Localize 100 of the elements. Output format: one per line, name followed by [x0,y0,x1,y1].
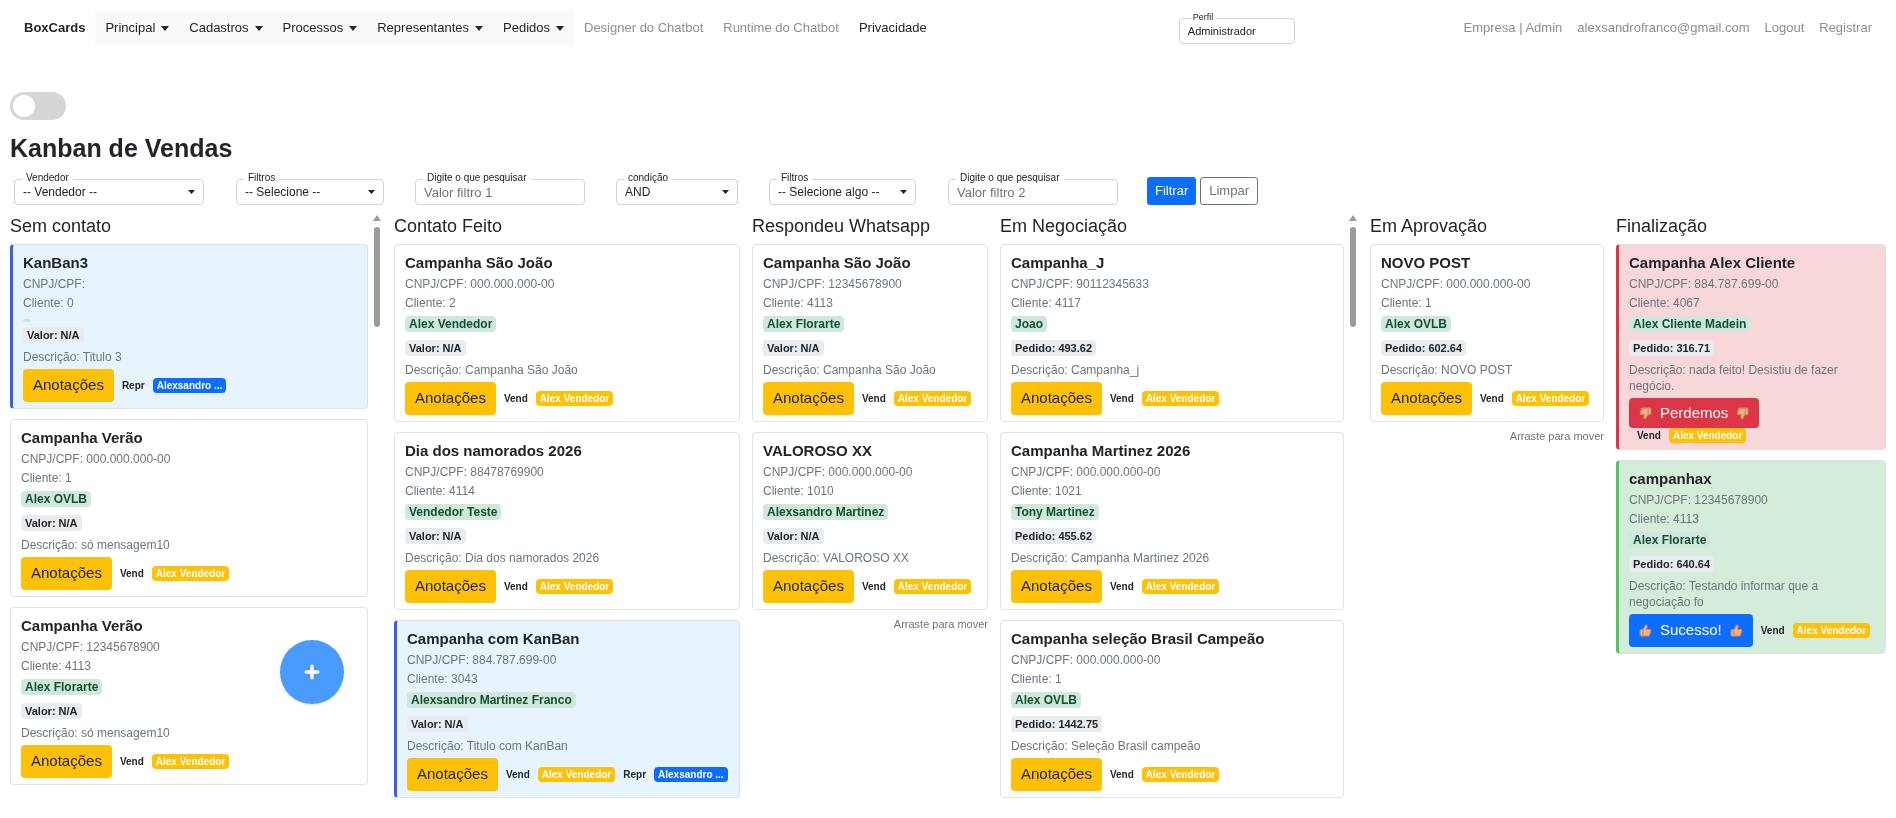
card-title: Campanha Martinez 2026 [1011,441,1191,461]
field-label: Perfil [1190,12,1216,23]
person-badge: Alex Vendedor [535,391,614,406]
client-text: Cliente: 1 [1011,671,1062,687]
client-text: Cliente: 4067 [1629,295,1700,311]
client-tag: Alex Cliente Madein [1629,316,1751,332]
filter-button[interactable]: Filtrar [1147,177,1197,205]
amount-badge: Valor: N/A [405,340,466,356]
card-title: Campanha com KanBan [407,629,580,649]
lost-button[interactable]: Perdemos [1629,398,1760,428]
notes-button[interactable]: Anotações [1011,758,1102,791]
thumbs-up-icon [1639,624,1652,637]
nav-link[interactable]: Cadastros [179,11,273,45]
plus-icon [302,662,322,682]
notes-button[interactable]: Anotações [1381,382,1472,415]
person-badge: Alex Vendedor [1668,428,1747,443]
notes-button[interactable]: Anotações [405,382,496,415]
client-text: Cliente: 4114 [405,483,475,499]
notes-button[interactable]: Anotações [23,369,114,402]
success-button[interactable]: Sucesso! [1629,614,1753,647]
field-label: Vendedor [22,172,73,184]
empty-tag [23,319,31,322]
client-tag: Joao [1011,316,1047,332]
caret-icon [188,190,195,194]
cnpj-text: CNPJ/CPF: 884.787.699-00 [1629,276,1779,292]
client-tag: Alex Florarte [763,316,845,332]
client-tag: Alex OVLB [1011,692,1081,708]
cnpj-text: CNPJ/CPF: 884.787.699-00 [407,652,557,668]
client-tag: Alex Florarte [21,679,103,695]
description-text: Descrição: NOVO POST [1381,362,1513,378]
card-title: Campanha São João [405,253,553,273]
deal-card[interactable]: campanhax CNPJ/CPF: 12345678900 Cliente: 4113 Alex Florarte Pedido: 640.64 Descrição: Testando informar que a negociação fo Sucesso! Vend Alex Vendedor [1616,460,1886,654]
amount-badge: Pedido: 640.64 [1629,556,1715,572]
deal-card[interactable]: Campanha com KanBan CNPJ/CPF: 884.787.699-00 Cliente: 3043 Alexsandro Martinez Franco Valor: N/A Descrição: Titulo com KanBan Anotações Vend Alex Vendedor Repr Alexsandro ... [394,620,740,798]
deal-card[interactable]: Dia dos namorados 2026 CNPJ/CPF: 88478769900 Cliente: 4114 Vendedor Teste Valor: N/A Descrição: Dia dos namorados 2026 Anotações Vend Alex Vendedor [394,432,740,610]
caret-icon [900,190,907,194]
role-label: Vend [1637,429,1661,443]
client-text: Cliente: 4113 [763,295,833,311]
deal-card[interactable]: Campanha São João CNPJ/CPF: 000.000.000-00 Cliente: 2 Alex Vendedor Valor: N/A Descrição: Campanha São João Anotações Vend Alex Vendedor [394,244,740,422]
notes-button[interactable]: Anotações [1011,382,1102,415]
deal-card[interactable]: Campanha Alex Cliente CNPJ/CPF: 884.787.699-00 Cliente: 4067 Alex Cliente Madein Pedido: 316.71 Descrição: nada feito! Desistiu de fazer negócio. Perdemos Vend Alex Vendedor [1616,244,1886,450]
card-title: Campanha Alex Cliente [1629,253,1796,273]
cnpj-text: CNPJ/CPF: 88478769900 [405,464,544,480]
role-label: Vend [861,392,886,406]
role-label: Vend [1109,768,1134,782]
role-label: Vend [1760,624,1785,638]
card-title: Campanha Verão [21,428,143,448]
client-text: Cliente: 4113 [1629,511,1699,527]
column-title: Em Negociação [1000,215,1129,238]
toggle-switch[interactable] [10,92,66,120]
card-title: KanBan3 [23,253,89,273]
notes-button[interactable]: Anotações [763,570,854,603]
clear-button[interactable]: Limpar [1200,177,1258,205]
cnpj-text: CNPJ/CPF: 12345678900 [763,276,902,292]
person-badge: Alex Vendedor [535,579,614,594]
thumbs-up-icon [1729,624,1743,637]
brand-name[interactable]: BoxCards [24,18,86,38]
amount-badge: Valor: N/A [763,340,824,356]
notes-button[interactable]: Anotações [763,382,854,415]
deal-card[interactable]: Campanha Verão CNPJ/CPF: 000.000.000-00 Cliente: 1 Alex OVLB Valor: N/A Descrição: só mensagem10 Anotações Vend Alex Vendedor [10,419,368,597]
client-tag: Alex OVLB [21,491,91,507]
notes-button[interactable]: Anotações [405,570,496,603]
deal-card[interactable]: Campanha Martinez 2026 CNPJ/CPF: 000.000.000-00 Cliente: 1021 Tony Martinez Pedido: 455.62 Descrição: Campanha Martinez 2026 Anotações Vend Alex Vendedor [1000,432,1344,610]
deal-card[interactable]: Campanha_J CNPJ/CPF: 90112345633 Cliente: 4117 Joao Pedido: 493.62 Descrição: Campanha_j Anotações Vend Alex Vendedor [1000,244,1344,422]
column-title: Respondeu Whatsapp [752,215,932,238]
person-badge: Alex Vendedor [1141,579,1220,594]
person-badge: Alex Vendedor [893,391,972,406]
nav-link[interactable]: Principal [95,11,180,45]
client-text: Cliente: 3043 [407,671,478,687]
role-label: Vend [1109,392,1134,406]
description-text: Descrição: Campanha_j [1011,362,1140,378]
client-text: Cliente: 0 [23,295,74,311]
nav-link[interactable]: Privacidade [848,11,937,45]
deal-card[interactable]: Campanha São João CNPJ/CPF: 12345678900 Cliente: 4113 Alex Florarte Valor: N/A Descrição: Campanha São João Anotações Vend Alex Vendedor [752,244,988,422]
deal-card[interactable]: NOVO POST CNPJ/CPF: 000.000.000-00 Cliente: 1 Alex OVLB Pedido: 602.64 Descrição: NOVO POST Anotações Vend Alex Vendedor [1370,244,1604,422]
description-text: Descrição: Titulo com KanBan [407,738,568,754]
amount-badge: Valor: N/A [21,703,82,719]
description-text: Descrição: só mensagem10 [21,725,170,741]
role-label: Vend [503,580,528,594]
cnpj-text: CNPJ/CPF: 12345678900 [21,639,160,655]
nav-link[interactable]: Representantes [367,11,493,45]
deal-card[interactable]: VALOROSO XX CNPJ/CPF: 000.000.000-00 Cliente: 1010 Alexsandro Martinez Valor: N/A Descrição: VALOROSO XX Anotações Vend Alex Vendedor [752,432,988,610]
cnpj-text: CNPJ/CPF: 000.000.000-00 [405,276,555,292]
column-title: Contato Feito [394,215,504,238]
nav-link[interactable]: Pedidos [493,11,574,45]
person-badge: Alex Vendedor [1141,767,1220,782]
cnpj-text: CNPJ/CPF: 000.000.000-00 [1011,464,1161,480]
notes-button[interactable]: Anotações [1011,570,1102,603]
notes-button[interactable]: Anotações [21,557,112,590]
drag-hint: Arraste para mover [1508,429,1604,444]
nav-link[interactable]: Processos [272,11,368,45]
role-label: Repr [623,768,647,782]
deal-card[interactable]: Campanha seleção Brasil Campeão CNPJ/CPF: 000.000.000-00 Cliente: 1 Alex OVLB Pedido: 1442.75 Descrição: Seleção Brasil campeão Anotações Vend Alex Vendedor [1000,620,1344,798]
notes-button[interactable]: Anotações [407,758,498,791]
deal-card[interactable]: KanBan3 CNPJ/CPF: Cliente: 0 Valor: N/A Descrição: Titulo 3 Anotações Repr Alexsandro ... [10,244,368,409]
person-badge: Alex Vendedor [893,579,972,594]
description-text: Descrição: VALOROSO XX [763,550,909,566]
deal-card[interactable]: Campanha Verão CNPJ/CPF: 12345678900 Cliente: 4113 Alex Florarte Valor: N/A Descrição: só mensagem10 Anotações Vend Alex Vendedor [10,607,368,785]
notes-button[interactable]: Anotações [21,745,112,778]
amount-badge: Pedido: 316.71 [1629,340,1715,356]
